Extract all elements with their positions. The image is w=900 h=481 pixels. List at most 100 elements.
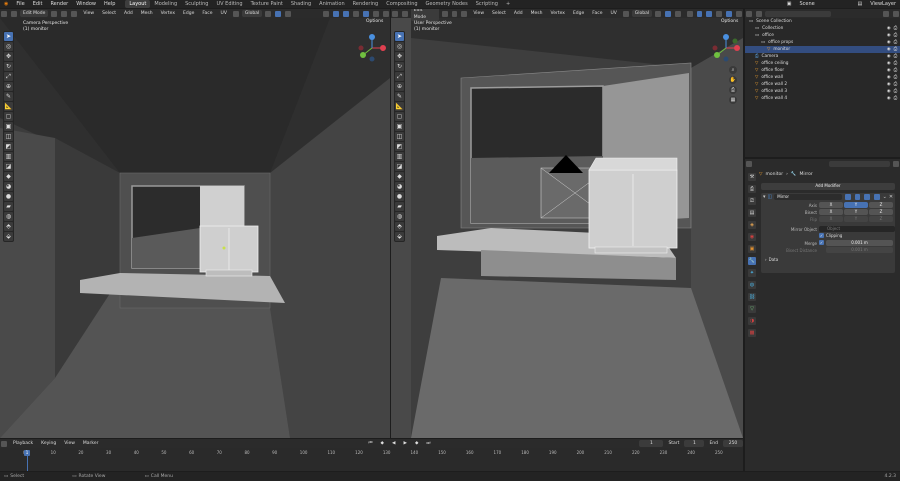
menu-edit[interactable]: Edit xyxy=(29,0,47,8)
editor-type-icon[interactable] xyxy=(1,440,7,447)
right-viewport[interactable]: Edit Mode View Select Add Mesh Vertex Ed… xyxy=(391,9,743,438)
left-viewport-options[interactable]: Options xyxy=(366,19,383,25)
cursor-tool-icon[interactable]: ◎ xyxy=(395,42,404,51)
world-tab-icon[interactable]: ◉ xyxy=(748,233,756,241)
viewport-toggle-icon[interactable] xyxy=(864,194,870,200)
annotate-tool-icon[interactable]: ✎ xyxy=(4,92,13,101)
render-camera-icon[interactable]: ⎙ xyxy=(894,61,897,66)
dropdown-arrow-icon[interactable]: ⌄ xyxy=(883,194,887,200)
workspace-tab-geometry-nodes[interactable]: Geometry Nodes xyxy=(422,0,472,8)
rotate-tool-icon[interactable]: ↻ xyxy=(395,62,404,71)
proportional-edit-icon[interactable] xyxy=(285,10,292,17)
end-frame-field[interactable]: 250 xyxy=(723,440,743,447)
chevron-down-icon[interactable]: ▾ xyxy=(763,194,766,200)
axis-y-toggle[interactable]: Y xyxy=(844,202,868,208)
outliner-row[interactable]: ▭ Collection ◉ ⎙ xyxy=(745,25,900,32)
extrude-tool-icon[interactable]: ▣ xyxy=(4,122,13,131)
data-subpanel[interactable]: › Data xyxy=(765,257,778,262)
measure-tool-icon[interactable]: 📐 xyxy=(395,102,404,111)
particles-tab-icon[interactable]: ✦ xyxy=(748,269,756,277)
select-mode-icon[interactable] xyxy=(401,10,408,17)
right-viewport-options[interactable]: Options xyxy=(721,19,738,25)
play-reverse-icon[interactable]: ◀ xyxy=(389,440,398,447)
eye-icon[interactable]: ◉ xyxy=(887,54,891,59)
navigation-gizmo[interactable] xyxy=(711,33,741,63)
workspace-tab-texture-paint[interactable]: Texture Paint xyxy=(247,0,287,8)
render-toggle-icon[interactable] xyxy=(873,194,880,200)
eye-icon[interactable]: ◉ xyxy=(887,47,891,52)
eye-icon[interactable]: ◉ xyxy=(887,96,891,101)
workspace-tab-compositing[interactable]: Compositing xyxy=(382,0,421,8)
add-modifier-button[interactable]: Add Modifier xyxy=(761,183,895,190)
render-camera-icon[interactable]: ⎙ xyxy=(894,54,897,59)
menu-file[interactable]: File xyxy=(12,0,28,8)
pivot-icon[interactable] xyxy=(655,10,661,17)
jump-start-icon[interactable]: ⏮ xyxy=(365,440,375,447)
eye-icon[interactable]: ◉ xyxy=(887,89,891,94)
vertex-select-icon[interactable] xyxy=(51,10,58,17)
flip-x-toggle[interactable]: X xyxy=(819,216,843,222)
outliner-row[interactable]: ▽ office wall 2 ◉ ⎙ xyxy=(745,81,900,88)
eye-icon[interactable]: ◉ xyxy=(887,61,891,66)
scene-tab-icon[interactable]: ◈ xyxy=(748,221,756,229)
menu-edge[interactable]: Edge xyxy=(180,10,197,17)
render-camera-icon[interactable]: ⎙ xyxy=(894,40,897,45)
pin-icon[interactable] xyxy=(893,160,899,167)
output-tab-icon[interactable]: ⎚ xyxy=(748,197,756,205)
measure-tool-icon[interactable]: 📐 xyxy=(4,102,13,111)
tool-tab-icon[interactable]: ⚒ xyxy=(748,173,756,181)
overlay-icon[interactable] xyxy=(706,10,713,17)
shrink-fatten-tool-icon[interactable]: ◍ xyxy=(395,212,404,221)
move-tool-icon[interactable]: ✥ xyxy=(395,52,404,61)
move-tool-icon[interactable]: ✥ xyxy=(4,52,13,61)
render-camera-icon[interactable]: ⎙ xyxy=(894,75,897,80)
flip-z-toggle[interactable]: Z xyxy=(869,216,893,222)
camera-view-icon[interactable]: ⎙ xyxy=(729,86,737,94)
rotate-tool-icon[interactable]: ↻ xyxy=(4,62,13,71)
bisect-z-toggle[interactable]: Z xyxy=(869,209,893,215)
edge-select-icon[interactable] xyxy=(61,10,68,17)
edit-mode-toggle-icon[interactable] xyxy=(844,194,851,200)
spin-tool-icon[interactable]: ◕ xyxy=(4,182,13,191)
axis-z-toggle[interactable]: Z xyxy=(869,202,893,208)
visibility-icon[interactable] xyxy=(323,10,329,17)
rip-tool-icon[interactable]: ⬙ xyxy=(395,232,404,241)
render-camera-icon[interactable]: ⎙ xyxy=(894,47,897,52)
view-layer-tab-icon[interactable]: ▤ xyxy=(748,209,756,217)
select-box-tool-icon[interactable]: ➤ xyxy=(4,32,13,41)
play-icon[interactable]: ▶ xyxy=(400,440,409,447)
cursor-tool-icon[interactable]: ◎ xyxy=(4,42,13,51)
bisect-distance-field[interactable]: 0.001 m xyxy=(826,247,893,253)
eye-icon[interactable]: ◉ xyxy=(887,68,891,73)
menu-face[interactable]: Face xyxy=(199,10,215,17)
solid-shading-icon[interactable] xyxy=(726,10,733,17)
modifier-tab-icon[interactable]: 🔧 xyxy=(748,257,756,265)
cage-toggle-icon[interactable] xyxy=(854,194,861,200)
mode-selector[interactable]: Edit Mode xyxy=(410,9,439,21)
current-frame-field[interactable]: 1 xyxy=(639,440,664,447)
menu-uv[interactable]: UV xyxy=(607,10,619,17)
inset-tool-icon[interactable]: ◫ xyxy=(395,132,404,141)
eye-icon[interactable]: ◉ xyxy=(887,40,891,45)
menu-uv[interactable]: UV xyxy=(218,10,230,17)
editor-type-icon[interactable] xyxy=(746,160,752,167)
scene-selector[interactable]: Scene xyxy=(795,0,853,8)
render-tab-icon[interactable]: ⎙ xyxy=(748,185,756,193)
workspace-tab-rendering[interactable]: Rendering xyxy=(349,0,383,8)
zoom-icon[interactable]: ⌕ xyxy=(729,66,737,74)
poly-build-tool-icon[interactable]: ◆ xyxy=(395,172,404,181)
bevel-tool-icon[interactable]: ◩ xyxy=(395,142,404,151)
object-tab-icon[interactable]: ▣ xyxy=(748,245,756,253)
eye-icon[interactable]: ◉ xyxy=(887,26,891,31)
bevel-tool-icon[interactable]: ◩ xyxy=(4,142,13,151)
poly-build-tool-icon[interactable]: ◆ xyxy=(4,172,13,181)
shear-tool-icon[interactable]: ⬘ xyxy=(395,222,404,231)
axis-x-toggle[interactable]: X xyxy=(819,202,843,208)
gizmo-icon[interactable] xyxy=(696,10,703,17)
proportional-edit-icon[interactable] xyxy=(674,10,681,17)
outliner-row[interactable]: ▽ office floor ◉ ⎙ xyxy=(745,67,900,74)
face-select-icon[interactable] xyxy=(71,10,78,17)
left-viewport[interactable]: Edit Mode View Select Add Mesh Vertex Ed… xyxy=(0,9,390,438)
snap-icon[interactable] xyxy=(275,10,282,17)
view-layer-selector[interactable]: ViewLayer xyxy=(866,0,900,8)
